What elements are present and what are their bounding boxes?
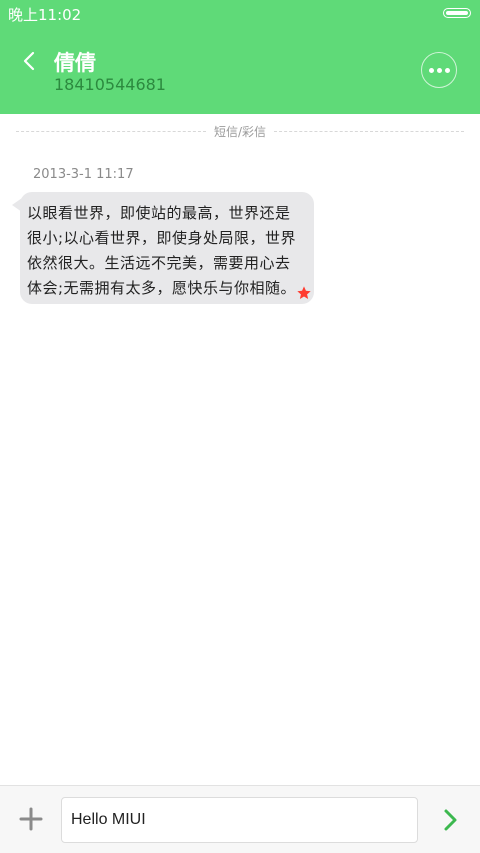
message-text: 以眼看世界，即使站的最高，世界还是很小;以心看世界，即使身处局限，世界依然很大。…: [27, 204, 297, 297]
contact-name: 倩倩: [54, 51, 96, 75]
more-dots-icon: [428, 67, 434, 73]
message-timestamp: 2013-3-1 11:17: [33, 167, 134, 182]
star-icon: [297, 286, 311, 299]
send-chevron-icon[interactable]: [438, 808, 462, 832]
thread-divider: 短信/彩信: [16, 124, 465, 139]
header-bar: 晚上11:02 倩倩 18410544681: [0, 0, 480, 114]
status-time: 晚上11:02: [8, 6, 82, 24]
battery-icon: [443, 8, 471, 18]
message-input[interactable]: [61, 797, 418, 843]
divider-label: 短信/彩信: [213, 124, 267, 139]
contact-number: 18410544681: [54, 75, 166, 94]
more-options-button[interactable]: [421, 52, 457, 88]
composer-bar: [0, 785, 480, 853]
back-chevron-icon: [23, 51, 35, 71]
plus-icon[interactable]: [18, 806, 44, 832]
message-bubble[interactable]: 以眼看世界，即使站的最高，世界还是很小;以心看世界，即使身处局限，世界依然很大。…: [20, 192, 314, 304]
back-button[interactable]: [14, 46, 44, 76]
